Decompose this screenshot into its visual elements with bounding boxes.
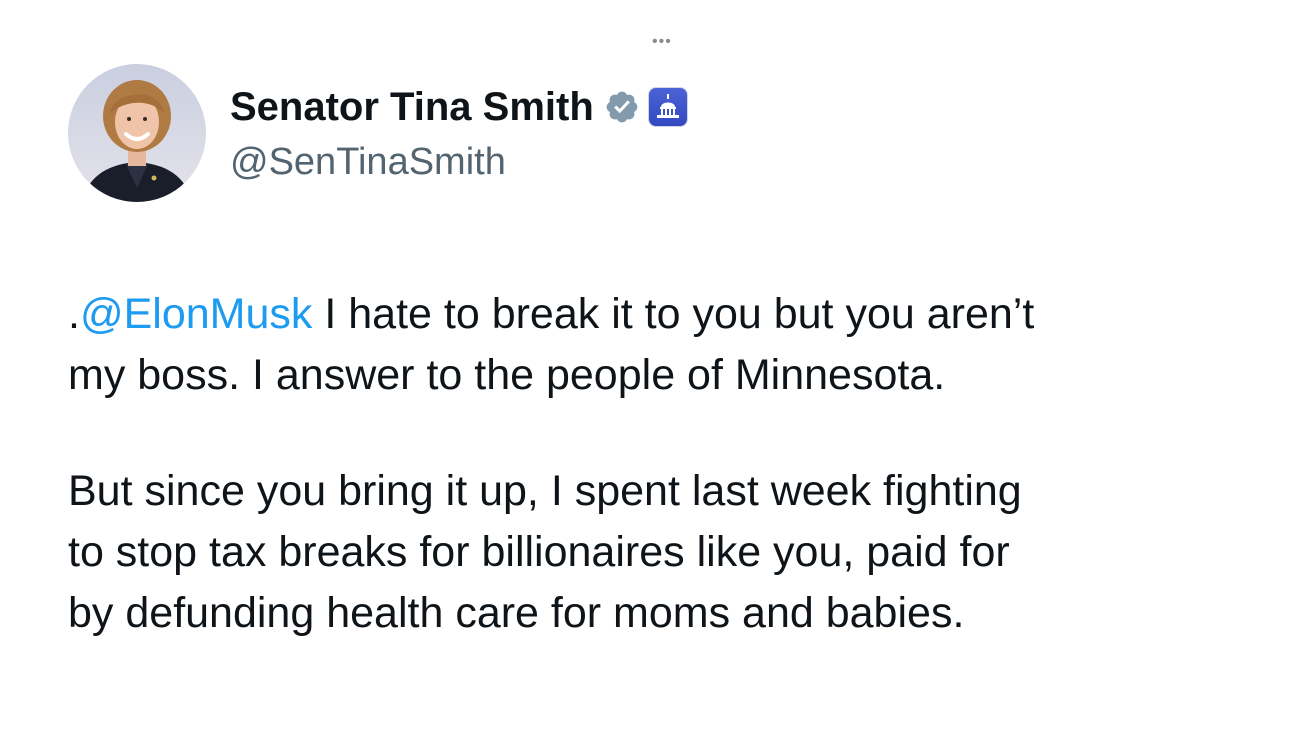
- mention-link[interactable]: @ElonMusk: [80, 290, 312, 338]
- tweet-paragraph-1: .@ElonMusk I hate to break it to you but…: [68, 284, 1268, 406]
- tweet-line-1: .@ElonMusk I hate to break it to you but…: [68, 290, 1034, 338]
- tweet-line-5: by defunding health care for moms and ba…: [68, 589, 965, 637]
- tweet-line-1-text: I hate to break it to you but you aren’t: [312, 290, 1035, 338]
- display-name[interactable]: Senator Tina Smith: [230, 83, 594, 131]
- tweet-line-4: to stop tax breaks for billionaires like…: [68, 528, 1010, 576]
- name-row: Senator Tina Smith: [230, 81, 688, 133]
- tweet-line-3: But since you bring it up, I spent last …: [68, 467, 1022, 515]
- tweet-paragraph-2: But since you bring it up, I spent last …: [68, 461, 1268, 644]
- user-identity: Senator Tina Smith @SenTinaSmith: [230, 81, 688, 185]
- tweet-text: .@ElonMusk I hate to break it to you but…: [68, 284, 1268, 644]
- tweet-line-2: my boss. I answer to the people of Minne…: [68, 351, 946, 399]
- avatar[interactable]: [68, 64, 206, 202]
- more-options-icon[interactable]: •••: [652, 34, 672, 50]
- mention-prefix: .: [68, 290, 80, 338]
- avatar-photo: [68, 64, 206, 202]
- user-handle[interactable]: @SenTinaSmith: [230, 139, 688, 185]
- verified-badge-icon[interactable]: [604, 89, 640, 125]
- tweet-header: Senator Tina Smith @SenTinaSmith: [68, 64, 688, 202]
- capitol-dome-icon[interactable]: [647, 87, 688, 127]
